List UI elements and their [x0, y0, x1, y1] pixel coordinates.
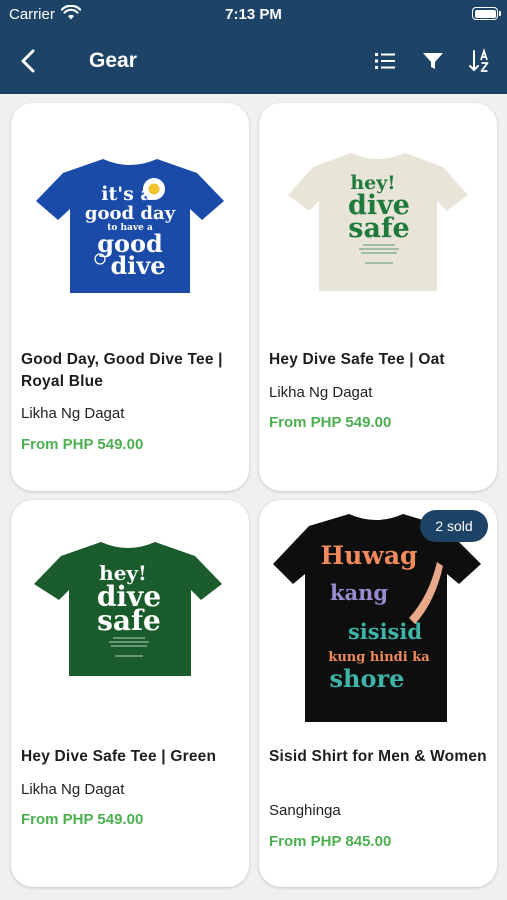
product-name: Sisid Shirt for Men & Women: [269, 748, 487, 765]
product-seller: Likha Ng Dagat: [269, 384, 373, 401]
status-time: 7:13 PM: [225, 6, 282, 23]
tee-print-text: safe: [97, 604, 161, 637]
navigation-bar: Gear: [0, 30, 507, 94]
top-app-bar: Carrier 7:13 PM Gear: [0, 0, 507, 94]
tee-print-text: dive: [110, 251, 165, 280]
product-price: From PHP 845.00: [269, 833, 392, 850]
status-bar: Carrier 7:13 PM: [0, 0, 507, 30]
product-card[interactable]: hey! dive safe Hey Dive Safe Tee | Green…: [11, 500, 249, 887]
sort-az-icon[interactable]: [468, 48, 494, 74]
product-name: Hey Dive Safe Tee | Green: [21, 748, 217, 765]
battery-icon: [472, 7, 501, 20]
tee-print-text: sisisid: [348, 619, 422, 644]
tee-print-text: shore: [330, 664, 405, 693]
product-price: From PHP 549.00: [269, 414, 392, 431]
product-name: Hey Dive Safe Tee | Oat: [269, 351, 445, 368]
product-price: From PHP 549.00: [21, 436, 144, 453]
product-card[interactable]: hey! dive safe Hey Dive Safe Tee | Oat L…: [259, 103, 497, 491]
tee-print-text: kung hindi ka: [328, 650, 430, 665]
product-seller: Sanghinga: [269, 802, 341, 819]
product-name: Good Day, Good Dive Tee | Royal Blue: [21, 351, 223, 390]
product-card[interactable]: Huwag kang sisisid kung hindi ka shore 2…: [259, 500, 497, 887]
tee-print-text: good day: [85, 203, 176, 224]
product-seller: Likha Ng Dagat: [21, 781, 125, 798]
tee-print-text: kang: [330, 580, 388, 605]
list-view-icon[interactable]: [372, 48, 398, 74]
filter-icon[interactable]: [420, 48, 446, 74]
product-image: hey! dive safe: [34, 542, 222, 676]
product-card[interactable]: it's a good day to have a good dive Good…: [11, 103, 249, 491]
smiley-flower-icon: [143, 178, 165, 200]
product-price: From PHP 549.00: [21, 811, 144, 828]
sold-count-badge: 2 sold: [420, 510, 488, 542]
product-seller: Likha Ng Dagat: [21, 405, 125, 422]
page-title: Gear: [89, 49, 137, 72]
tee-print-text: Huwag: [321, 541, 418, 570]
product-image: hey! dive safe: [288, 153, 468, 291]
chevron-left-icon[interactable]: [14, 46, 44, 76]
product-image: it's a good day to have a good dive: [36, 159, 224, 293]
tee-print-text: safe: [348, 213, 410, 244]
